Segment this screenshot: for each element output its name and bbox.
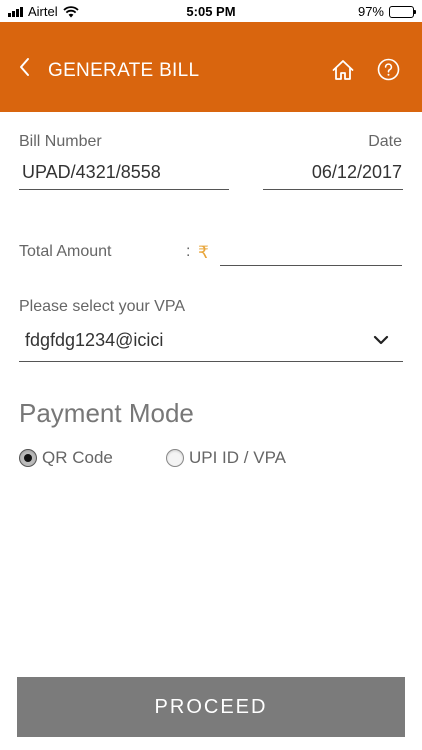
radio-qr-code[interactable]: QR Code [19,448,113,468]
vpa-label: Please select your VPA [19,298,186,315]
bill-number-underline [19,189,229,190]
date-label: Date [368,133,402,150]
vpa-selected-value: fdgfdg1234@icici [25,330,164,350]
bill-number-label: Bill Number [19,133,102,150]
home-icon[interactable] [331,58,355,82]
payment-mode-heading: Payment Mode [19,398,194,428]
help-icon[interactable] [377,58,400,81]
radio-upi-vpa-label: UPI ID / VPA [189,448,286,467]
date-underline [263,189,403,190]
radio-unchecked-icon[interactable] [166,449,184,467]
status-bar: Airtel 5:05 PM 97% [0,0,422,22]
bill-number-value: UPAD/4321/8558 [22,162,161,182]
page-title: GENERATE BILL [48,60,200,81]
total-amount-label: Total Amount [19,243,112,260]
battery-icon [389,5,416,18]
date-value: 06/12/2017 [311,162,402,182]
radio-checked-icon[interactable] [19,449,37,467]
status-right: 97% [357,4,416,19]
proceed-button[interactable]: PROCEED [17,677,405,737]
radio-qr-code-label: QR Code [42,448,113,467]
app-header: GENERATE BILL [0,22,422,112]
total-amount-underline [220,265,402,266]
battery-percent: 97% [357,4,384,19]
radio-upi-vpa[interactable]: UPI ID / VPA [166,448,286,468]
chevron-down-icon [373,335,389,345]
vpa-underline [19,361,403,362]
vpa-dropdown[interactable]: fdgfdg1234@icici [19,322,403,362]
rupee-icon: ₹ [198,243,209,262]
total-amount-input[interactable] [220,242,402,266]
back-icon[interactable] [16,56,34,78]
amount-separator: : [186,243,191,260]
